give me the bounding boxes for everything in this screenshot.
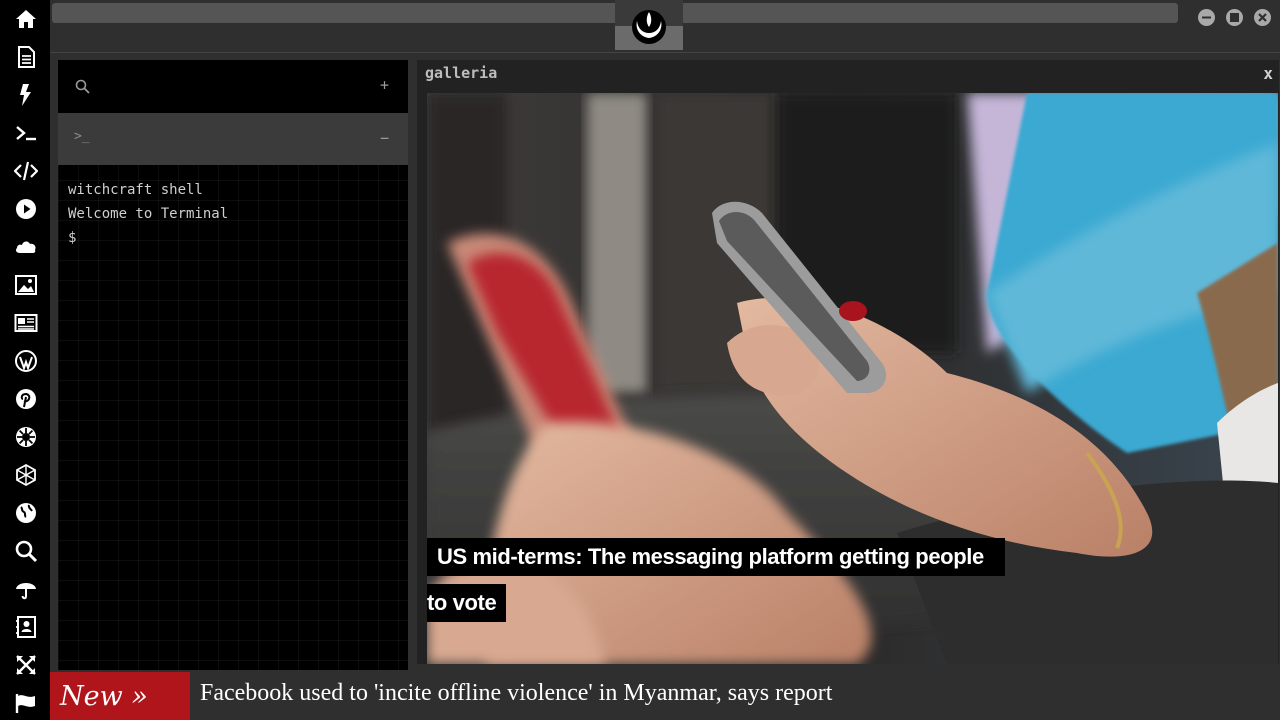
search-icon[interactable] <box>12 537 40 565</box>
terminal-icon[interactable] <box>12 119 40 147</box>
terminal-panel[interactable]: + >_ − witchcraft shell Welcome to Termin… <box>58 60 408 670</box>
minimize-icon[interactable] <box>1198 9 1215 26</box>
umbrella-icon[interactable] <box>12 575 40 603</box>
flag-icon[interactable] <box>12 689 40 717</box>
globe-icon[interactable] <box>12 499 40 527</box>
image-icon[interactable] <box>12 271 40 299</box>
prompt-icon: >_ <box>74 129 90 144</box>
terminal-line: Welcome to Terminal <box>68 206 229 222</box>
caption-line-2: to vote <box>427 584 507 622</box>
caption-line-1: US mid-terms: The messaging platform get… <box>427 538 1005 576</box>
newspaper-icon[interactable] <box>12 309 40 337</box>
divider <box>50 52 1280 53</box>
terminal-tab[interactable]: >_ − <box>58 113 408 165</box>
ticker-headline[interactable]: Facebook used to 'incite offline violenc… <box>200 680 832 707</box>
terminal-output[interactable]: witchcraft shell Welcome to Terminal $ <box>68 178 228 250</box>
gallery-photo[interactable] <box>427 93 1278 664</box>
play-icon[interactable] <box>12 195 40 223</box>
news-ticker: New » Facebook used to 'incite offline v… <box>50 672 1280 720</box>
wordpress-icon[interactable] <box>12 347 40 375</box>
terminal-line: witchcraft shell <box>68 182 203 198</box>
gallery-close-button[interactable]: x <box>1263 64 1273 83</box>
lightning-icon[interactable] <box>12 81 40 109</box>
collapse-button[interactable]: − <box>380 129 389 147</box>
maximize-icon[interactable] <box>1226 9 1243 26</box>
terminal-prompt: $ <box>68 230 77 246</box>
cloud-icon[interactable] <box>12 233 40 261</box>
gallery-title: galleria <box>425 64 498 82</box>
home-icon[interactable] <box>12 5 40 33</box>
document-icon[interactable] <box>12 43 40 71</box>
galactic-empire-icon[interactable] <box>12 423 40 451</box>
pinterest-icon[interactable] <box>12 385 40 413</box>
code-icon[interactable] <box>12 157 40 185</box>
top-bar <box>50 0 1280 52</box>
add-tab-button[interactable]: + <box>380 76 389 94</box>
ticker-badge: New » <box>50 672 190 720</box>
network-icon[interactable] <box>12 461 40 489</box>
rebel-alliance-icon <box>631 7 667 45</box>
search-icon[interactable] <box>75 79 90 98</box>
terminal-search-bar[interactable]: + <box>58 60 408 113</box>
app-dock <box>0 0 50 720</box>
expand-icon[interactable] <box>12 651 40 679</box>
contact-book-icon[interactable] <box>12 613 40 641</box>
logo-tab[interactable] <box>615 0 683 50</box>
gallery-panel: galleria x US mid-terms: The messaging p… <box>417 60 1279 664</box>
close-icon[interactable] <box>1254 9 1271 26</box>
